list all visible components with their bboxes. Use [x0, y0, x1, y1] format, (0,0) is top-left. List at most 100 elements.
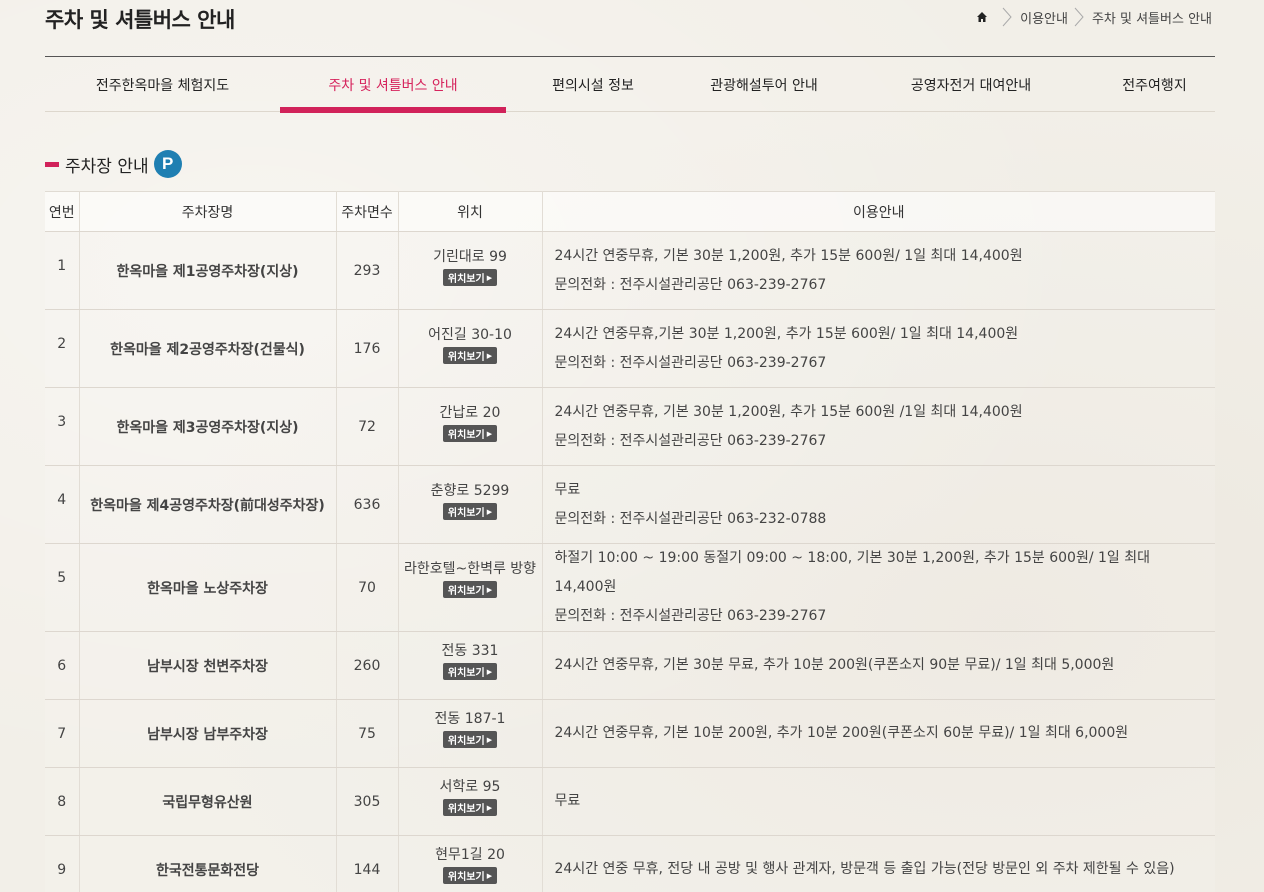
view-location-button[interactable]: 위치보기 ▶ — [443, 425, 497, 442]
parking-name: 남부시장 천변주차장 — [79, 631, 337, 700]
tab-facilities[interactable]: 편의시설 정보 — [506, 57, 680, 112]
address: 서학로 95 — [439, 779, 501, 795]
usage-info: 24시간 연중무휴,기본 30분 1,200원, 추가 15분 600원/ 1일… — [542, 309, 1215, 388]
table-row: 7 남부시장 남부주차장 75 전동 187-1 위치보기 ▶ 24시간 연중무휴… — [45, 699, 1215, 768]
row-number: 7 — [45, 699, 80, 768]
triangle-right-icon: ▶ — [486, 429, 493, 438]
parking-count: 305 — [336, 767, 399, 836]
view-location-button[interactable]: 위치보기 ▶ — [443, 799, 497, 816]
address: 기린대로 99 — [433, 249, 507, 265]
view-location-button[interactable]: 위치보기 ▶ — [443, 731, 497, 748]
row-number: 8 — [45, 767, 80, 836]
parking-table: 연번 주차장명 주차면수 위치 이용안내 1 한옥마을 제1공영주차장(지상) … — [45, 191, 1215, 892]
parking-name: 한옥마을 제4공영주차장(前대성주차장) — [79, 465, 337, 544]
triangle-right-icon: ▶ — [486, 507, 493, 516]
view-location-label: 위치보기 — [447, 508, 485, 519]
table-row: 8 국립무형유산원 305 서학로 95 위치보기 ▶ 무료 — [45, 767, 1215, 836]
parking-icon: P — [153, 150, 182, 178]
row-number: 5 — [45, 543, 80, 632]
view-location-label: 위치보기 — [447, 430, 485, 441]
info-line: 문의전화 : 전주시설관리공단 063-239-2767 — [554, 608, 827, 624]
breadcrumb-item-usage[interactable]: 이용안내 — [1020, 8, 1068, 27]
tab-hanok-map[interactable]: 전주한옥마을 체험지도 — [45, 57, 280, 112]
parking-count: 260 — [336, 631, 399, 700]
view-location-button[interactable]: 위치보기 ▶ — [443, 269, 497, 286]
view-location-button[interactable]: 위치보기 ▶ — [443, 663, 497, 680]
view-location-label: 위치보기 — [447, 352, 485, 363]
info-line: 24시간 연중무휴, 기본 30분 무료, 추가 10분 200원(쿠폰소지 9… — [554, 657, 1115, 673]
table-header-row: 연번 주차장명 주차면수 위치 이용안내 — [45, 191, 1215, 232]
info-line: 24시간 연중 무휴, 전당 내 공방 및 행사 관계자, 방문객 등 출입 가… — [554, 861, 1175, 877]
col-header-location: 위치 — [398, 191, 543, 232]
triangle-right-icon: ▶ — [486, 273, 493, 282]
parking-name: 한옥마을 제1공영주차장(지상) — [79, 231, 337, 310]
view-location-button[interactable]: 위치보기 ▶ — [443, 581, 497, 598]
breadcrumb-item-current[interactable]: 주차 및 셔틀버스 안내 — [1092, 8, 1212, 27]
tab-bike-rental[interactable]: 공영자전거 대여안내 — [848, 57, 1094, 112]
usage-info: 24시간 연중무휴, 기본 30분 무료, 추가 10분 200원(쿠폰소지 9… — [542, 631, 1215, 700]
col-header-count: 주차면수 — [336, 191, 399, 232]
home-icon[interactable] — [976, 11, 988, 23]
section-title: 주차장 안내 — [65, 156, 149, 177]
location-cell: 어진길 30-10 위치보기 ▶ — [398, 309, 543, 388]
row-number: 2 — [45, 309, 80, 388]
parking-count: 636 — [336, 465, 399, 544]
page-title: 주차 및 셔틀버스 안내 — [45, 8, 235, 32]
usage-info: 24시간 연중무휴, 기본 30분 1,200원, 추가 15분 600원/ 1… — [542, 231, 1215, 310]
info-line: 무료 — [554, 793, 581, 809]
chevron-right-icon — [1072, 6, 1086, 28]
usage-info: 24시간 연중무휴, 기본 30분 1,200원, 추가 15분 600원 /1… — [542, 387, 1215, 466]
col-header-name: 주차장명 — [79, 191, 337, 232]
info-line: 24시간 연중무휴, 기본 30분 1,200원, 추가 15분 600원/ 1… — [554, 247, 1023, 264]
triangle-right-icon: ▶ — [486, 803, 493, 812]
sub-nav-tabs: 전주한옥마을 체험지도 주차 및 셔틀버스 안내 편의시설 정보 관광해설투어 … — [45, 57, 1215, 113]
location-cell: 전동 331 위치보기 ▶ — [398, 631, 543, 700]
usage-info: 24시간 연중무휴, 기본 10분 200원, 추가 10분 200원(쿠폰소지… — [542, 699, 1215, 768]
parking-count: 176 — [336, 309, 399, 388]
info-line: 문의전화 : 전주시설관리공단 063-239-2767 — [554, 432, 827, 449]
page: 주차 및 셔틀버스 안내 이용안내 주차 및 셔틀버스 안내 전주한옥마을 체험… — [0, 0, 1264, 892]
parking-count: 72 — [336, 387, 399, 466]
address: 간납로 20 — [439, 405, 501, 421]
row-number: 1 — [45, 231, 80, 310]
location-cell: 라한호텔~한벽루 방향 위치보기 ▶ — [398, 543, 543, 632]
table-row: 1 한옥마을 제1공영주차장(지상) 293 기린대로 99 위치보기 ▶ 24시… — [45, 231, 1215, 310]
breadcrumb: 이용안내 주차 및 셔틀버스 안내 — [976, 7, 1214, 27]
view-location-button[interactable]: 위치보기 ▶ — [443, 867, 497, 884]
view-location-label: 위치보기 — [447, 668, 485, 679]
info-line: 하절기 10:00 ~ 19:00 동절기 09:00 ~ 18:00, 기본 … — [554, 550, 1151, 595]
col-header-no: 연번 — [45, 191, 80, 232]
usage-info: 무료 문의전화 : 전주시설관리공단 063-232-0788 — [542, 465, 1215, 544]
address: 춘향로 5299 — [430, 483, 510, 499]
tab-parking-shuttle[interactable]: 주차 및 셔틀버스 안내 — [280, 57, 506, 113]
view-location-button[interactable]: 위치보기 ▶ — [443, 347, 497, 364]
usage-info: 하절기 10:00 ~ 19:00 동절기 09:00 ~ 18:00, 기본 … — [542, 543, 1215, 632]
parking-name: 한옥마을 제2공영주차장(건물식) — [79, 309, 337, 388]
col-header-info: 이용안내 — [542, 191, 1215, 232]
info-line: 24시간 연중무휴, 기본 10분 200원, 추가 10분 200원(쿠폰소지… — [554, 725, 1129, 741]
info-line: 문의전화 : 전주시설관리공단 063-232-0788 — [554, 510, 827, 527]
triangle-right-icon: ▶ — [486, 667, 493, 676]
location-cell: 전동 187-1 위치보기 ▶ — [398, 699, 543, 768]
view-location-label: 위치보기 — [447, 872, 485, 883]
address: 라한호텔~한벽루 방향 — [403, 561, 537, 577]
parking-name: 한국전통문화전당 — [79, 835, 337, 892]
location-cell: 현무1길 20 위치보기 ▶ — [398, 835, 543, 892]
info-line: 무료 — [554, 481, 581, 498]
info-line: 24시간 연중무휴, 기본 30분 1,200원, 추가 15분 600원 /1… — [554, 403, 1023, 420]
table-row: 5 한옥마을 노상주차장 70 라한호텔~한벽루 방향 위치보기 ▶ 하절기 10… — [45, 543, 1215, 632]
view-location-label: 위치보기 — [447, 586, 485, 597]
view-location-button[interactable]: 위치보기 ▶ — [443, 503, 497, 520]
tab-guide-tour[interactable]: 관광해설투어 안내 — [680, 57, 848, 112]
parking-count: 144 — [336, 835, 399, 892]
view-location-label: 위치보기 — [447, 274, 485, 285]
location-cell: 서학로 95 위치보기 ▶ — [398, 767, 543, 836]
section-marker — [45, 161, 59, 167]
table-row: 6 남부시장 천변주차장 260 전동 331 위치보기 ▶ 24시간 연중무휴,… — [45, 631, 1215, 700]
usage-info: 무료 — [542, 767, 1215, 836]
info-line: 24시간 연중무휴,기본 30분 1,200원, 추가 15분 600원/ 1일… — [554, 325, 1019, 342]
tab-jeonju-travel[interactable]: 전주여행지 — [1094, 57, 1215, 112]
address: 전동 187-1 — [434, 711, 506, 727]
parking-count: 70 — [336, 543, 399, 632]
table-row: 3 한옥마을 제3공영주차장(지상) 72 간납로 20 위치보기 ▶ 24시간 … — [45, 387, 1215, 466]
